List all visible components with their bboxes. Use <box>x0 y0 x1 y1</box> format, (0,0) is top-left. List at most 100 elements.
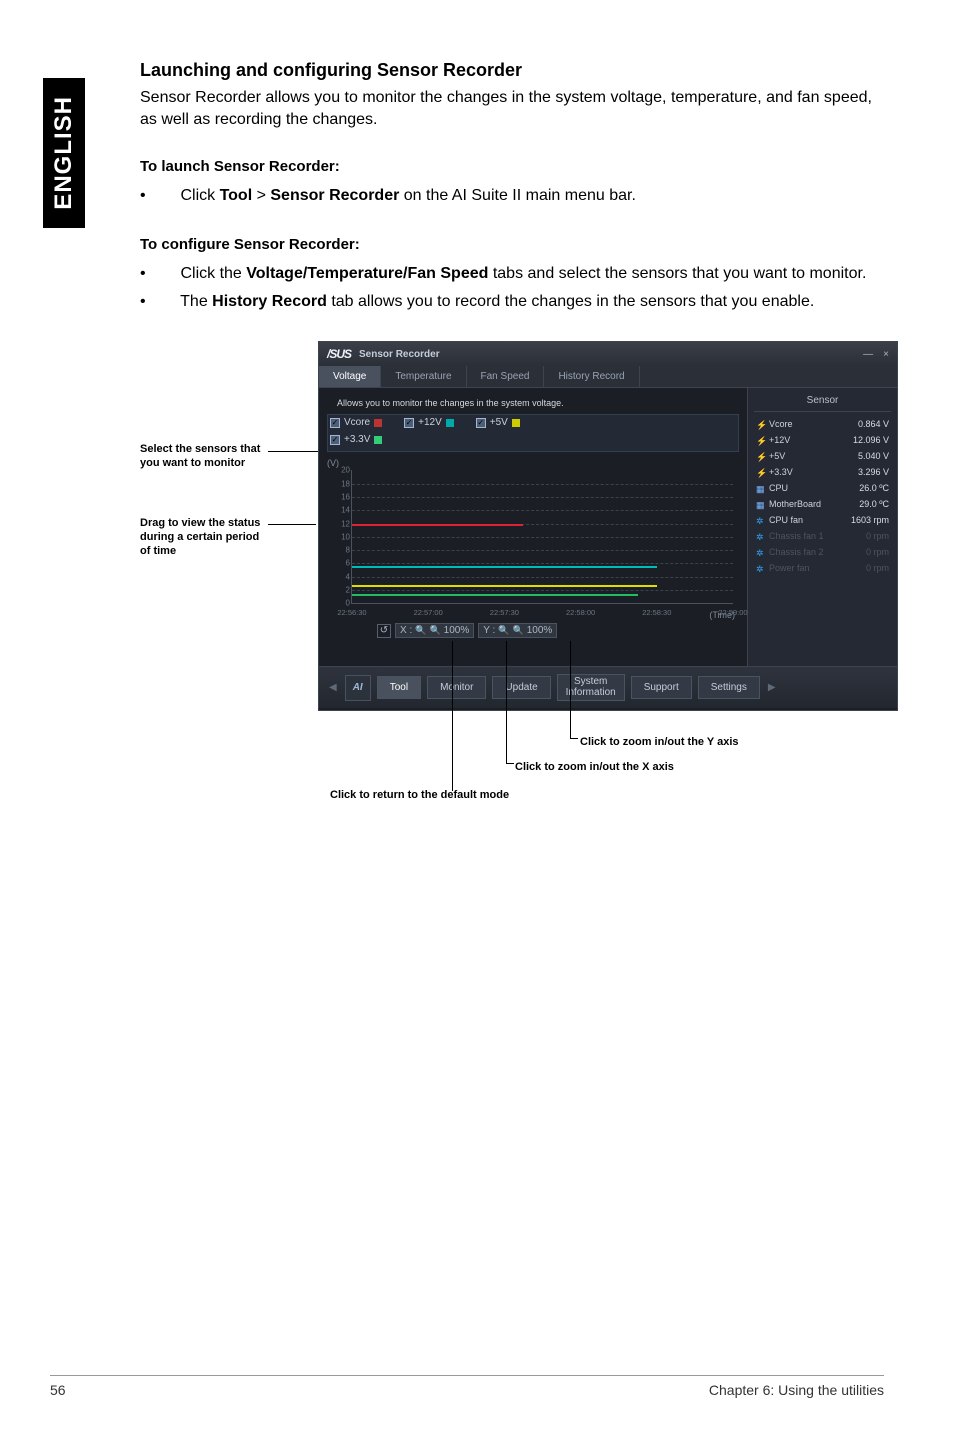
configure-bullet-2: The History Record tab allows you to rec… <box>140 291 884 313</box>
sensor-name: MotherBoard <box>769 499 821 509</box>
chart-plot-area[interactable]: 0 2 4 6 8 10 12 14 16 18 20 <box>351 470 733 604</box>
sensor-name: +12V <box>769 435 790 445</box>
zoom-x-control[interactable]: X : 🔍 🔍 100% <box>395 623 474 638</box>
configure-bullet-1: Click the Voltage/Temperature/Fan Speed … <box>140 263 884 285</box>
bolt-icon: ⚡ <box>756 452 765 461</box>
sensor-value: 1603 rpm <box>851 515 889 525</box>
sensor-row: ✲ Power fan 0 rpm <box>754 560 891 576</box>
tab-voltage[interactable]: Voltage <box>319 366 381 387</box>
intro-paragraph: Sensor Recorder allows you to monitor th… <box>140 87 884 130</box>
menu-monitor[interactable]: Monitor <box>427 676 486 699</box>
checkbox-5v[interactable]: ✓+5V <box>476 417 520 428</box>
close-button[interactable]: × <box>883 349 889 360</box>
tab-history-record[interactable]: History Record <box>544 366 639 387</box>
sensor-checkboxes: ✓Vcore ✓+12V ✓+5V ✓+3.3V <box>327 414 739 452</box>
sensor-row: ▦ MotherBoard 29.0 ºC <box>754 496 891 512</box>
sensor-row: ✲CPU fan1603 rpm <box>754 512 891 528</box>
panel-hint: Allows you to monitor the changes in the… <box>327 392 739 414</box>
sensor-name: Vcore <box>769 419 793 429</box>
chapter-label: Chapter 6: Using the utilities <box>709 1382 884 1398</box>
tab-temperature[interactable]: Temperature <box>381 366 466 387</box>
callout-select-sensors: Select the sensors that you want to moni… <box>140 443 270 471</box>
sensor-row: ✲ Chassis fan 1 0 rpm <box>754 528 891 544</box>
checkbox-12v[interactable]: ✓+12V <box>404 417 454 428</box>
sensor-panel-header: Sensor <box>754 392 891 412</box>
sensor-row: ✲ Chassis fan 2 0 rpm <box>754 544 891 560</box>
callout-zoom-y: Click to zoom in/out the Y axis <box>580 736 739 748</box>
sensor-row: ⚡ +5V 5.040 V <box>754 448 891 464</box>
sensor-recorder-window: /SUS Sensor Recorder — × Voltage Tempera… <box>318 341 898 711</box>
titlebar: /SUS Sensor Recorder — × <box>319 342 897 366</box>
checkbox-3v3[interactable]: ✓+3.3V <box>330 434 736 445</box>
sensor-value: 0 rpm <box>866 531 889 541</box>
page-number: 56 <box>50 1382 66 1398</box>
sensor-value: 5.040 V <box>858 451 889 461</box>
sensor-value: 3.296 V <box>858 467 889 477</box>
window-title: Sensor Recorder <box>359 349 440 360</box>
zoom-y-control[interactable]: Y : 🔍 🔍 100% <box>478 623 557 638</box>
ai-suite-icon[interactable]: AI <box>345 675 371 701</box>
asus-logo: /SUS <box>327 347 351 361</box>
configure-heading: To configure Sensor Recorder: <box>140 236 884 253</box>
chip-icon: ▦ <box>756 500 765 509</box>
callout-line <box>268 451 322 452</box>
menu-support[interactable]: Support <box>631 676 692 699</box>
zoom-out-icon[interactable]: 🔍 <box>513 625 524 636</box>
sensor-value: 0 rpm <box>866 563 889 573</box>
menu-settings[interactable]: Settings <box>698 676 760 699</box>
language-tab-label: ENGLISH <box>50 96 78 210</box>
sensor-name: CPU fan <box>769 515 803 525</box>
menu-system-information[interactable]: System Information <box>557 674 625 701</box>
zoom-out-icon[interactable]: 🔍 <box>429 625 440 636</box>
fan-icon: ✲ <box>756 548 765 557</box>
bolt-icon: ⚡ <box>756 436 765 445</box>
annotated-figure: Select the sensors that you want to moni… <box>140 341 900 821</box>
checkbox-vcore[interactable]: ✓Vcore <box>330 417 382 428</box>
sensor-value: 12.096 V <box>853 435 889 445</box>
language-tab: ENGLISH <box>43 78 85 228</box>
section-title: Launching and configuring Sensor Recorde… <box>140 60 884 81</box>
zoom-reset-button[interactable]: ↺ <box>377 624 391 638</box>
sensor-row: ⚡ +12V 12.096 V <box>754 432 891 448</box>
callout-zoom-x: Click to zoom in/out the X axis <box>515 761 674 773</box>
sensor-row: ▦ CPU 26.0 ºC <box>754 480 891 496</box>
bolt-icon: ⚡ <box>756 468 765 477</box>
menu-tool[interactable]: Tool <box>377 676 421 699</box>
sensor-name: +5V <box>769 451 785 461</box>
launch-bullet: Click Tool > Sensor Recorder on the AI S… <box>140 185 884 207</box>
sensor-name: +3.3V <box>769 467 793 477</box>
sensor-value: 26.0 ºC <box>859 483 889 493</box>
launch-heading: To launch Sensor Recorder: <box>140 158 884 175</box>
zoom-in-icon[interactable]: 🔍 <box>415 625 426 636</box>
sensor-value: 29.0 ºC <box>859 499 889 509</box>
zoom-in-icon[interactable]: 🔍 <box>498 625 509 636</box>
ai-suite-menubar: ◀ AI Tool Monitor Update System Informat… <box>319 666 897 708</box>
voltage-chart[interactable]: (V) (Time) 0 2 4 6 8 10 12 <box>327 458 739 638</box>
tab-fan-speed[interactable]: Fan Speed <box>467 366 545 387</box>
bolt-icon: ⚡ <box>756 420 765 429</box>
sensor-name: Chassis fan 1 <box>769 531 824 541</box>
menu-update[interactable]: Update <box>492 676 550 699</box>
series-5v <box>352 585 657 587</box>
series-vcore <box>352 524 523 526</box>
nav-right-icon[interactable]: ▶ <box>766 682 778 693</box>
sensor-side-panel: Sensor ⚡ Vcore 0.864 V ⚡ +12V 12.096 V ⚡ +5V 5.0… <box>747 388 897 666</box>
sensor-row: ⚡ +3.3V 3.296 V <box>754 464 891 480</box>
series-12v <box>352 566 657 568</box>
sensor-value: 0 rpm <box>866 547 889 557</box>
callout-reset: Click to return to the default mode <box>330 789 509 801</box>
callout-line <box>268 524 316 525</box>
nav-left-icon[interactable]: ◀ <box>327 682 339 693</box>
fan-icon: ✲ <box>756 532 765 541</box>
callout-drag-timeline: Drag to view the status during a certain… <box>140 517 270 558</box>
minimize-button[interactable]: — <box>863 349 873 360</box>
sensor-name: Power fan <box>769 563 810 573</box>
fan-icon: ✲ <box>756 564 765 573</box>
sensor-tabs: Voltage Temperature Fan Speed History Re… <box>319 366 897 388</box>
sensor-value: 0.864 V <box>858 419 889 429</box>
chip-icon: ▦ <box>756 484 765 493</box>
sensor-name: Chassis fan 2 <box>769 547 824 557</box>
series-3v3 <box>352 594 638 596</box>
sensor-name: CPU <box>769 483 788 493</box>
sensor-row: ⚡ Vcore 0.864 V <box>754 416 891 432</box>
